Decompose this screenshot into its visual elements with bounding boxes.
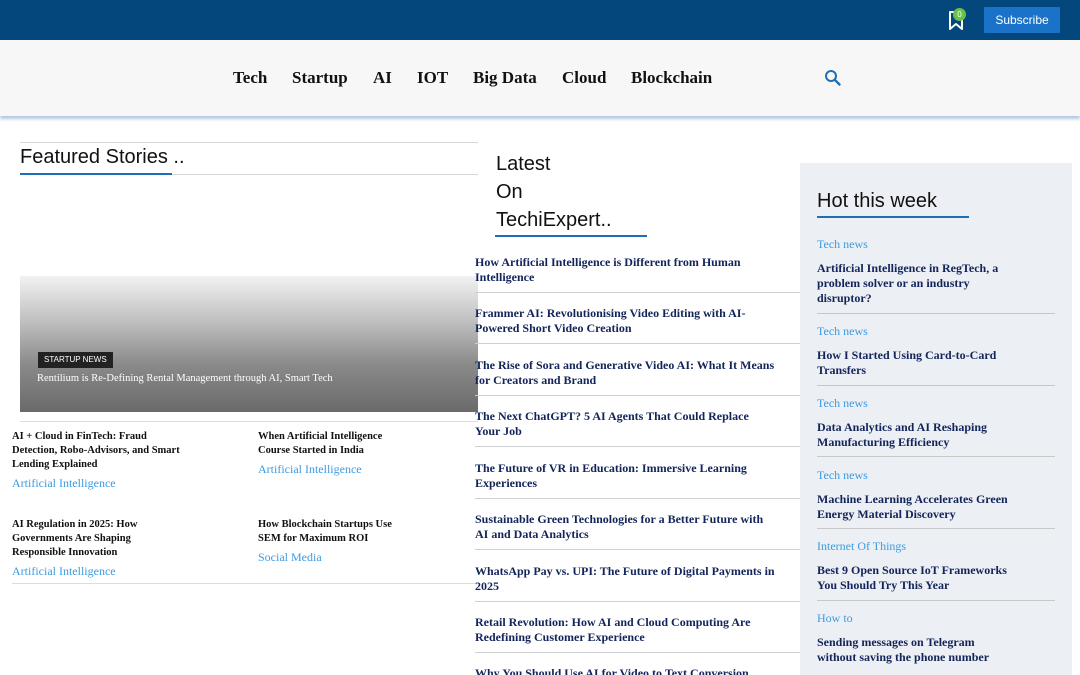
latest-item-title[interactable]: The Rise of Sora and Generative Video AI…: [475, 358, 775, 388]
latest-heading-line: Latest: [496, 153, 551, 175]
hot-item-category[interactable]: Internet Of Things: [817, 539, 1055, 554]
hot-item-title[interactable]: How I Started Using Card-to-Card Transfe…: [817, 348, 1017, 378]
hot-item: Tech news Machine Learning Accelerates G…: [817, 468, 1055, 522]
latest-heading-line: TechiExpert..: [496, 209, 612, 231]
main-nav: Tech Startup AI IOT Big Data Cloud Block…: [0, 40, 1080, 116]
featured-card-title[interactable]: How Blockchain Startups Use SEM for Maxi…: [258, 518, 408, 546]
hero-category-tag[interactable]: STARTUP NEWS: [38, 352, 113, 368]
latest-item-title[interactable]: The Next ChatGPT? 5 AI Agents That Could…: [475, 409, 775, 439]
featured-card-category[interactable]: Artificial Intelligence: [258, 462, 408, 477]
latest-item: Retail Revolution: How AI and Cloud Comp…: [475, 615, 800, 653]
divider: [12, 583, 478, 584]
divider: [817, 600, 1055, 601]
latest-item-title[interactable]: How Artificial Intelligence is Different…: [475, 255, 775, 285]
latest-item: How Artificial Intelligence is Different…: [475, 255, 800, 293]
latest-item: The Rise of Sora and Generative Video AI…: [475, 358, 800, 396]
top-bar: 0 Subscribe: [0, 0, 1080, 40]
latest-item: Sustainable Green Technologies for a Bet…: [475, 512, 800, 550]
hot-item: Tech news Data Analytics and AI Reshapin…: [817, 396, 1055, 450]
hot-item-category[interactable]: Tech news: [817, 237, 1055, 252]
latest-heading: Latest On TechiExpert..: [496, 150, 612, 234]
latest-item-title[interactable]: Sustainable Green Technologies for a Bet…: [475, 512, 775, 542]
featured-card: When Artificial Intelligence Course Star…: [258, 430, 408, 477]
nav-item-iot[interactable]: IOT: [417, 68, 448, 88]
latest-item: Why You Should Use AI for Video to Text …: [475, 666, 800, 675]
featured-card: AI Regulation in 2025: How Governments A…: [12, 518, 172, 579]
hot-item-title[interactable]: Artificial Intelligence in RegTech, a pr…: [817, 261, 1017, 306]
featured-stories-header: Featured Stories ..: [20, 142, 478, 176]
heading-accent: [20, 173, 172, 175]
featured-card-category[interactable]: Artificial Intelligence: [12, 476, 192, 491]
hot-item-category[interactable]: Tech news: [817, 396, 1055, 411]
featured-stories-title: Featured Stories ..: [20, 146, 185, 168]
nav-item-big-data[interactable]: Big Data: [473, 68, 537, 88]
hot-item-title[interactable]: Best 9 Open Source IoT Frameworks You Sh…: [817, 563, 1017, 593]
featured-card: How Blockchain Startups Use SEM for Maxi…: [258, 518, 408, 565]
hot-item-category[interactable]: Tech news: [817, 324, 1055, 339]
nav-item-tech[interactable]: Tech: [233, 68, 267, 88]
featured-card-category[interactable]: Social Media: [258, 550, 408, 565]
latest-item-title[interactable]: The Future of VR in Education: Immersive…: [475, 461, 775, 491]
bookmark-count-badge: 0: [953, 8, 966, 21]
hero-story-title[interactable]: Rentilium is Re-Defining Rental Manageme…: [37, 373, 333, 384]
divider: [817, 385, 1055, 386]
featured-card-title[interactable]: AI + Cloud in FinTech: Fraud Detection, …: [12, 430, 192, 472]
latest-heading-line: On: [496, 181, 523, 203]
subscribe-button[interactable]: Subscribe: [984, 7, 1060, 33]
heading-accent: [495, 235, 647, 237]
hot-item: Internet Of Things Best 9 Open Source Io…: [817, 539, 1055, 593]
latest-item-title[interactable]: Why You Should Use AI for Video to Text …: [475, 666, 795, 675]
divider: [817, 456, 1055, 457]
hot-item: How to Sending messages on Telegram with…: [817, 611, 1055, 665]
featured-card-title[interactable]: When Artificial Intelligence Course Star…: [258, 430, 408, 458]
featured-card-title[interactable]: AI Regulation in 2025: How Governments A…: [12, 518, 172, 560]
heading-accent: [817, 216, 969, 218]
featured-card-category[interactable]: Artificial Intelligence: [12, 564, 172, 579]
latest-item: The Next ChatGPT? 5 AI Agents That Could…: [475, 409, 800, 447]
hero-story[interactable]: STARTUP NEWS Rentilium is Re-Defining Re…: [20, 276, 478, 412]
divider: [817, 313, 1055, 314]
hot-item-category[interactable]: How to: [817, 611, 1055, 626]
divider: [817, 528, 1055, 529]
search-icon[interactable]: [824, 69, 842, 87]
latest-item-title[interactable]: WhatsApp Pay vs. UPI: The Future of Digi…: [475, 564, 775, 594]
nav-item-ai[interactable]: AI: [373, 68, 392, 88]
hot-item: Tech news How I Started Using Card-to-Ca…: [817, 324, 1055, 378]
hot-item: Tech news Artificial Intelligence in Reg…: [817, 237, 1055, 306]
hot-item-title[interactable]: Sending messages on Telegram without sav…: [817, 635, 1017, 665]
nav-item-startup[interactable]: Startup: [292, 68, 348, 88]
hot-this-week-panel: Hot this week Tech news Artificial Intel…: [800, 163, 1072, 675]
latest-item: WhatsApp Pay vs. UPI: The Future of Digi…: [475, 564, 800, 602]
hot-item-title[interactable]: Data Analytics and AI Reshaping Manufact…: [817, 420, 1017, 450]
latest-item: Frammer AI: Revolutionising Video Editin…: [475, 306, 800, 344]
latest-item-title[interactable]: Frammer AI: Revolutionising Video Editin…: [475, 306, 775, 336]
hot-item-category[interactable]: Tech news: [817, 468, 1055, 483]
hot-item-title[interactable]: Machine Learning Accelerates Green Energ…: [817, 492, 1017, 522]
nav-item-cloud[interactable]: Cloud: [562, 68, 606, 88]
hot-this-week-title: Hot this week: [817, 190, 938, 212]
divider: [20, 421, 478, 422]
latest-item-title[interactable]: Retail Revolution: How AI and Cloud Comp…: [475, 615, 775, 645]
featured-card: AI + Cloud in FinTech: Fraud Detection, …: [12, 430, 192, 491]
latest-item: The Future of VR in Education: Immersive…: [475, 461, 800, 499]
nav-item-blockchain[interactable]: Blockchain: [631, 68, 712, 88]
